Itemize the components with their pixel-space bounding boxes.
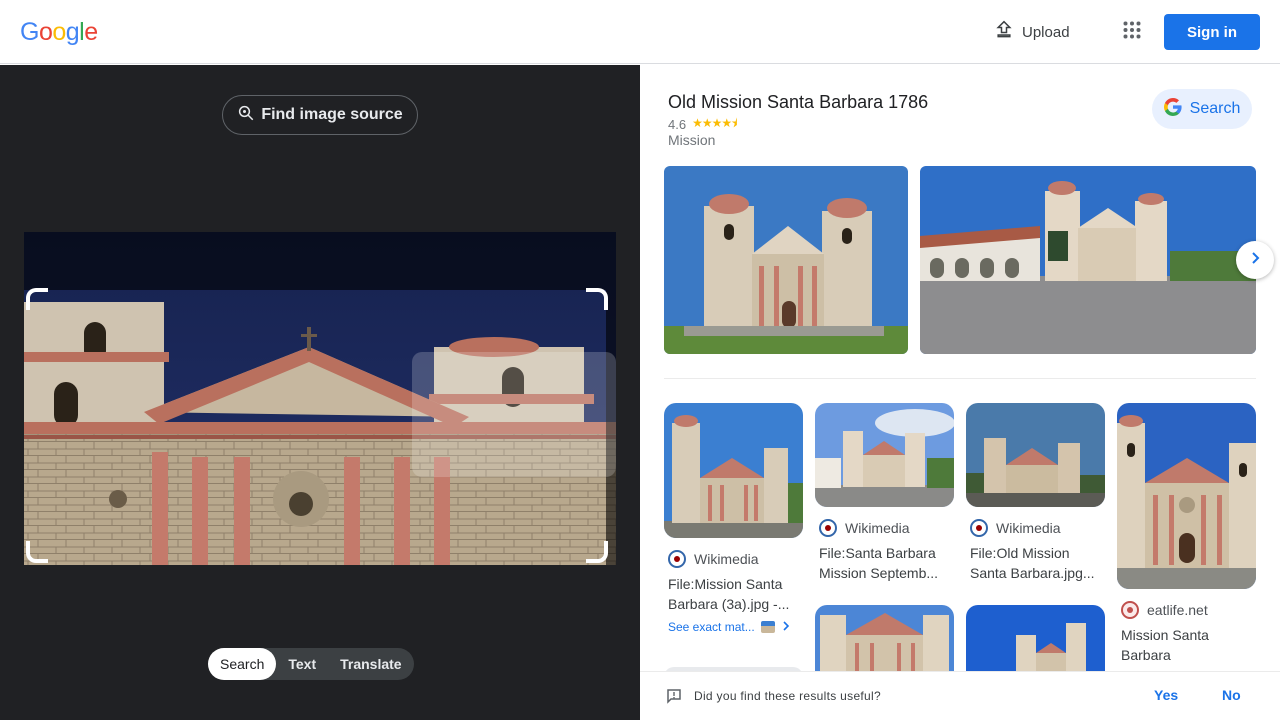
crop-handle-bottom-left[interactable] xyxy=(26,541,48,563)
upload-button[interactable]: Upload xyxy=(984,12,1084,52)
result-thumbnail[interactable] xyxy=(815,403,954,507)
logo-letter: o xyxy=(52,18,66,46)
place-type: Mission xyxy=(668,132,716,148)
knowledge-panel-image-2[interactable] xyxy=(920,166,1256,354)
google-logo[interactable]: Google xyxy=(20,18,98,47)
logo-letter: e xyxy=(84,18,98,46)
result-title[interactable]: Mission Santa Barbara xyxy=(1117,625,1256,665)
chevron-right-icon xyxy=(781,620,791,634)
result-source-name: Wikimedia xyxy=(845,520,910,536)
upload-label: Upload xyxy=(1022,23,1070,41)
result-thumbnail[interactable] xyxy=(966,605,1105,671)
crop-handle-top-left[interactable] xyxy=(26,288,48,310)
logo-letter: o xyxy=(38,18,53,46)
google-apps-button[interactable] xyxy=(1112,12,1152,52)
results-pane: Old Mission Santa Barbara 1786 4.6 ★★★★⯨… xyxy=(640,65,1280,671)
knowledge-panel-title[interactable]: Old Mission Santa Barbara 1786 xyxy=(668,92,928,113)
result-source[interactable]: Wikimedia xyxy=(664,550,803,568)
chevron-right-icon xyxy=(1248,251,1262,270)
result-thumbnail[interactable] xyxy=(1117,403,1256,589)
top-header: Google Upload Sign in xyxy=(0,0,1280,64)
result-thumbnail[interactable] xyxy=(815,605,954,671)
crop-handle-bottom-right[interactable] xyxy=(586,541,608,563)
result-source-name: Wikimedia xyxy=(996,520,1061,536)
logo-letter: g xyxy=(65,18,80,46)
result-title[interactable]: File:Old Mission Santa Barbara.jpg... xyxy=(966,543,1105,583)
upload-icon xyxy=(994,20,1014,44)
visual-match-result[interactable]: Wikimedia File:Santa Barbara Mission Sep… xyxy=(815,403,954,583)
knowledge-panel-image-1[interactable] xyxy=(664,166,908,354)
lens-search-icon xyxy=(237,104,255,127)
eatlife-icon xyxy=(1121,601,1139,619)
google-g-icon xyxy=(1163,97,1182,121)
result-thumbnail[interactable] xyxy=(966,403,1105,507)
tab-translate[interactable]: Translate xyxy=(328,648,413,680)
section-divider xyxy=(664,378,1256,379)
feedback-no-button[interactable]: No xyxy=(1222,687,1241,703)
wikimedia-icon xyxy=(819,519,837,537)
carousel-next-button[interactable] xyxy=(1236,241,1274,279)
result-title[interactable]: File:Santa Barbara Mission Septemb... xyxy=(815,543,954,583)
logo-letter: G xyxy=(20,18,39,46)
result-source[interactable]: Wikimedia xyxy=(966,519,1105,537)
visual-match-result[interactable]: eatlife.net Mission Santa Barbara xyxy=(1117,403,1256,665)
result-thumbnail[interactable] xyxy=(664,403,803,538)
visual-match-result[interactable]: Wikimedia File:Old Mission Santa Barbara… xyxy=(966,403,1105,583)
find-image-source-label: Find image source xyxy=(261,106,403,123)
google-search-button[interactable]: Search xyxy=(1152,89,1252,129)
result-source[interactable]: eatlife.net xyxy=(1117,601,1256,619)
wikimedia-icon xyxy=(970,519,988,537)
query-image[interactable] xyxy=(24,232,616,565)
feedback-bar: Did you find these results useful? Yes N… xyxy=(640,671,1280,720)
see-exact-matches-link[interactable]: See exact mat... xyxy=(664,620,803,634)
crop-handle-top-right[interactable] xyxy=(586,288,608,310)
exact-match-thumbnail xyxy=(760,621,775,633)
wikimedia-icon xyxy=(668,550,686,568)
lens-mode-tabs: Search Text Translate xyxy=(208,648,414,680)
feedback-yes-button[interactable]: Yes xyxy=(1154,687,1178,703)
result-source[interactable]: Wikimedia xyxy=(815,519,954,537)
result-source-name: Wikimedia xyxy=(694,551,759,567)
result-source-name: eatlife.net xyxy=(1147,602,1208,618)
rating-value: 4.6 xyxy=(668,117,687,132)
feedback-question: Did you find these results useful? xyxy=(694,689,881,703)
feedback-icon xyxy=(666,688,682,709)
tab-search[interactable]: Search xyxy=(208,648,277,680)
see-exact-matches-label: See exact mat... xyxy=(668,620,755,634)
result-title[interactable]: File:Mission Santa Barbara (3a).jpg -... xyxy=(664,574,803,614)
google-search-label: Search xyxy=(1189,100,1241,117)
tab-text[interactable]: Text xyxy=(276,648,328,680)
visual-match-result[interactable]: Wikimedia File:Mission Santa Barbara (3a… xyxy=(664,403,803,634)
sign-in-button[interactable]: Sign in xyxy=(1164,14,1260,50)
apps-grid-icon xyxy=(1123,21,1141,44)
lens-image-pane: Find image source Search Text Translate xyxy=(0,65,640,720)
find-image-source-button[interactable]: Find image source xyxy=(222,95,418,135)
